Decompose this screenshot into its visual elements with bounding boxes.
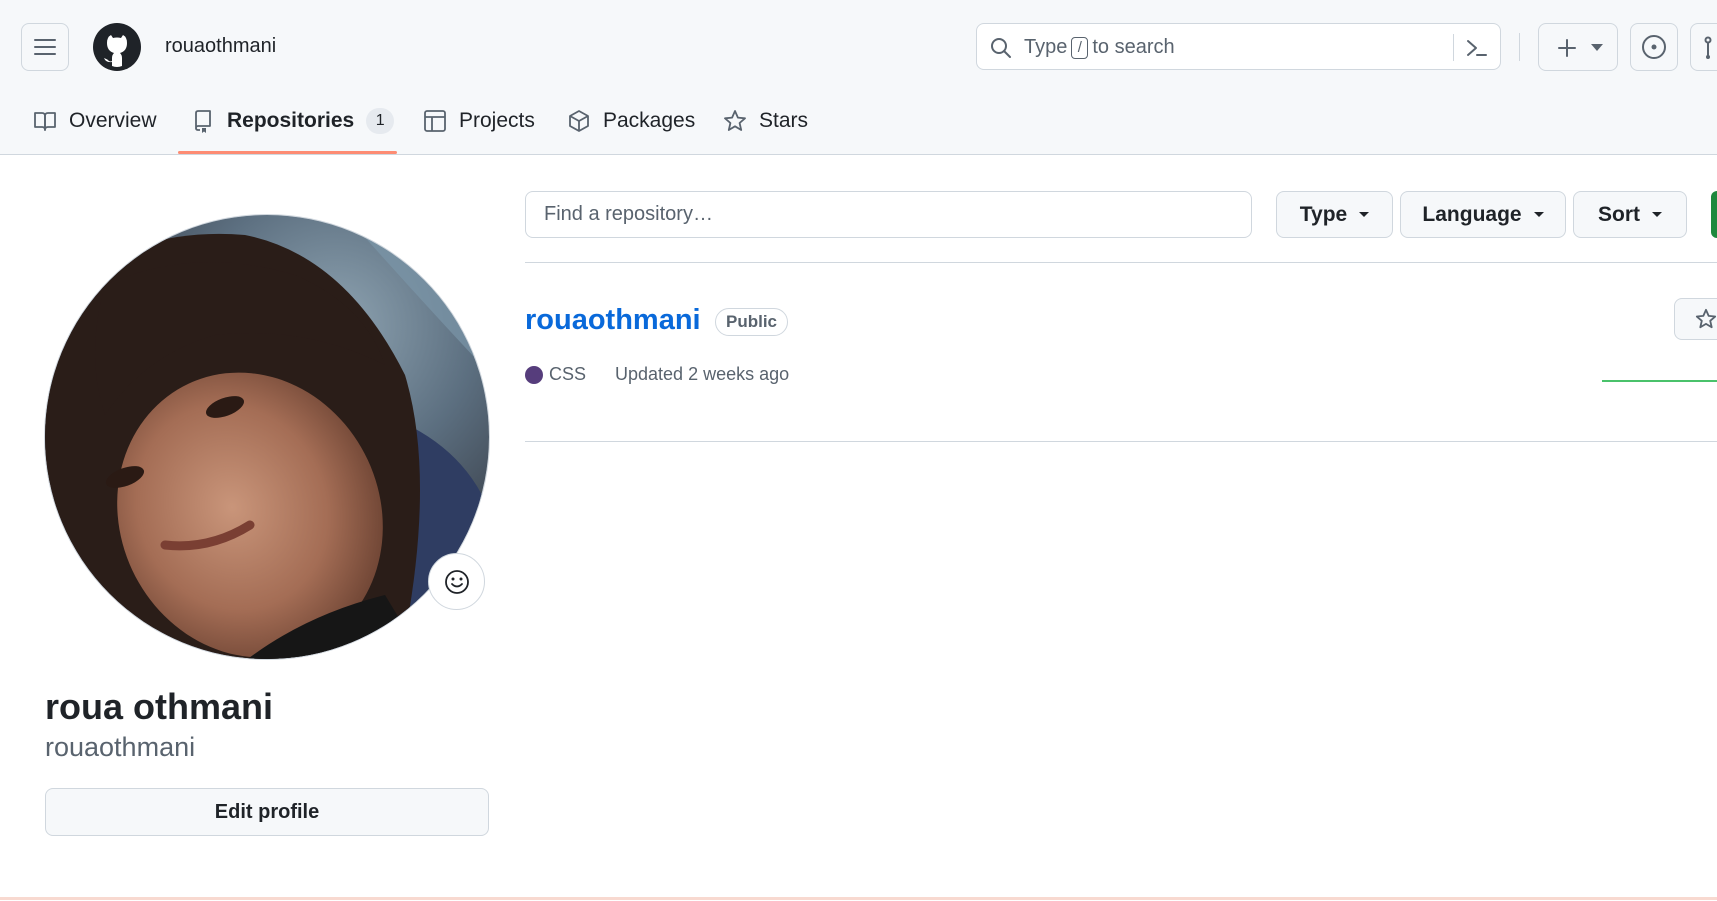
tab-projects-label: Projects bbox=[459, 109, 535, 132]
issue-opened-icon bbox=[1642, 35, 1666, 59]
profile-fullname: roua othmani bbox=[45, 686, 274, 727]
tab-repositories-label: Repositories bbox=[227, 109, 355, 132]
set-status-button[interactable] bbox=[428, 553, 485, 610]
language-filter-label: Language bbox=[1422, 202, 1522, 226]
book-icon bbox=[34, 112, 56, 131]
find-repository-input[interactable] bbox=[525, 191, 1252, 238]
app-header: rouaothmani Type / to search Overview Re… bbox=[0, 0, 1717, 155]
language-filter-button[interactable]: Language bbox=[1400, 191, 1566, 238]
slash-key-hint: / bbox=[1071, 36, 1089, 59]
star-repository-button[interactable] bbox=[1674, 298, 1717, 340]
avatar[interactable] bbox=[44, 214, 490, 660]
list-divider-bottom bbox=[525, 441, 1717, 442]
plus-icon bbox=[1558, 39, 1576, 57]
tab-stars[interactable]: Stars bbox=[723, 104, 808, 138]
edit-profile-button[interactable]: Edit profile bbox=[45, 788, 489, 836]
star-icon bbox=[724, 110, 746, 131]
chevron-down-icon bbox=[1359, 212, 1370, 217]
search-icon bbox=[991, 38, 1011, 58]
search-text-before: Type bbox=[1024, 36, 1068, 58]
active-tab-underline bbox=[178, 151, 397, 154]
tab-stars-label: Stars bbox=[759, 109, 809, 132]
pull-requests-button[interactable] bbox=[1690, 23, 1717, 71]
header-username[interactable]: rouaothmani bbox=[165, 35, 276, 58]
issues-button[interactable] bbox=[1630, 23, 1678, 71]
star-icon bbox=[1695, 308, 1717, 329]
visibility-badge: Public bbox=[715, 308, 789, 336]
table-icon bbox=[424, 110, 446, 132]
tab-packages-label: Packages bbox=[603, 109, 696, 132]
search-placeholder: Type / to search bbox=[1024, 36, 1175, 59]
chevron-down-icon bbox=[1533, 212, 1544, 217]
package-icon bbox=[569, 110, 589, 132]
type-filter-button[interactable]: Type bbox=[1276, 191, 1393, 238]
header-separator bbox=[1519, 33, 1520, 61]
search-box[interactable]: Type / to search bbox=[976, 23, 1501, 70]
create-new-button[interactable] bbox=[1538, 23, 1618, 71]
tab-overview[interactable]: Overview bbox=[33, 104, 157, 138]
repo-icon bbox=[195, 110, 211, 133]
tab-repositories[interactable]: Repositories 1 bbox=[191, 104, 395, 138]
repositories-count-badge: 1 bbox=[366, 108, 395, 134]
sort-filter-button[interactable]: Sort bbox=[1573, 191, 1687, 238]
repository-updated: Updated 2 weeks ago bbox=[615, 364, 790, 384]
avatar-photo bbox=[45, 215, 489, 659]
new-repository-button[interactable] bbox=[1711, 191, 1717, 238]
github-logo-icon[interactable] bbox=[92, 22, 142, 72]
command-palette-icon[interactable] bbox=[1464, 36, 1490, 60]
profile-login: rouaothmani bbox=[45, 732, 196, 762]
bottom-border bbox=[0, 897, 1717, 900]
repository-language: CSS bbox=[549, 364, 587, 384]
smiley-icon bbox=[444, 569, 469, 594]
tab-overview-label: Overview bbox=[69, 109, 157, 132]
tab-packages[interactable]: Packages bbox=[567, 104, 695, 138]
repository-meta: CSS Updated 2 weeks ago bbox=[525, 364, 789, 385]
menu-button[interactable] bbox=[21, 23, 69, 71]
search-divider bbox=[1453, 34, 1454, 61]
sort-filter-label: Sort bbox=[1598, 202, 1640, 226]
search-text-after: to search bbox=[1092, 36, 1175, 58]
tab-projects[interactable]: Projects bbox=[423, 104, 535, 138]
type-filter-label: Type bbox=[1299, 202, 1348, 226]
activity-sparkline bbox=[1602, 380, 1717, 382]
language-color-dot bbox=[525, 365, 543, 384]
chevron-down-icon bbox=[1591, 44, 1603, 51]
chevron-down-icon bbox=[1652, 212, 1662, 217]
git-pull-request-icon bbox=[1704, 36, 1712, 59]
repository-name-link[interactable]: rouaothmani bbox=[525, 304, 701, 337]
hamburger-icon bbox=[34, 39, 56, 55]
list-divider-top bbox=[525, 262, 1717, 263]
